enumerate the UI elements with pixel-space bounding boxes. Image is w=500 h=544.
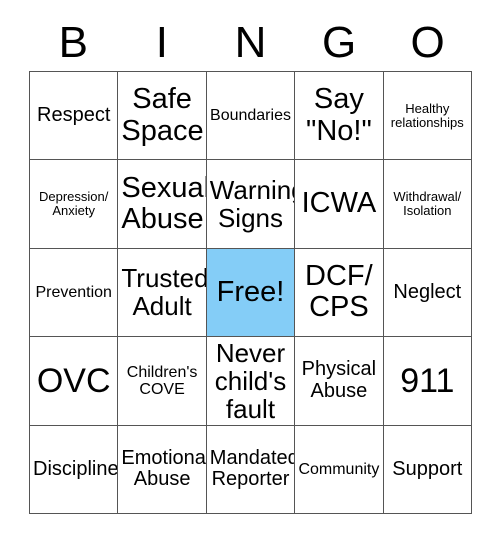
bingo-cell-label: Say "No!" bbox=[306, 83, 372, 147]
bingo-grid: Respect Safe Space Boundaries Say "No!" Heal… bbox=[29, 71, 472, 514]
bingo-cell-label: Never child's fault bbox=[214, 337, 287, 424]
bingo-cell-label: 911 bbox=[400, 361, 455, 400]
bingo-cell-label: Support bbox=[392, 457, 463, 480]
bingo-cell[interactable]: Sexual Abuse bbox=[118, 160, 207, 249]
header-letter-n: N bbox=[234, 18, 267, 67]
bingo-cell[interactable]: Children's COVE bbox=[118, 337, 207, 426]
bingo-cell-label: Children's COVE bbox=[126, 363, 198, 398]
bingo-cell[interactable]: Physical Abuse bbox=[295, 337, 384, 426]
bingo-cell-label: Physical Abuse bbox=[301, 358, 377, 402]
bingo-cell-label: Warning Signs bbox=[209, 175, 294, 234]
bingo-cell[interactable]: DCF/ CPS bbox=[295, 248, 384, 338]
bingo-cell-label: Emotional Abuse bbox=[121, 446, 207, 491]
bingo-cell-label: Community bbox=[298, 460, 380, 478]
bingo-free-space[interactable]: Free! bbox=[206, 248, 296, 338]
bingo-cell-label: Safe Space bbox=[121, 83, 204, 147]
bingo-cell-label: Discipline bbox=[33, 457, 119, 480]
bingo-cell-label: ICWA bbox=[301, 187, 377, 220]
bingo-cell[interactable]: Neglect bbox=[383, 248, 472, 338]
bingo-cell[interactable]: Warning Signs bbox=[206, 160, 296, 249]
bingo-cell[interactable]: Boundaries bbox=[206, 72, 296, 161]
bingo-cell[interactable]: Never child's fault bbox=[206, 337, 296, 426]
bingo-card: B I N G O Respect Safe Space Boundaries Say… bbox=[0, 0, 500, 544]
bingo-cell[interactable]: Emotional Abuse bbox=[118, 425, 207, 514]
bingo-cell-label: Healthy relationships bbox=[390, 100, 464, 130]
bingo-cell-label: Depression/ Anxiety bbox=[39, 189, 109, 219]
bingo-cell-label: OVC bbox=[36, 361, 111, 400]
bingo-cell[interactable]: Trusted Adult bbox=[118, 248, 207, 338]
bingo-cell[interactable]: OVC bbox=[30, 337, 119, 426]
bingo-cell[interactable]: Respect bbox=[30, 72, 119, 161]
bingo-cell-label: Free! bbox=[216, 275, 285, 308]
bingo-cell[interactable]: Withdrawal/ Isolation bbox=[383, 160, 472, 249]
bingo-cell-label: Prevention bbox=[35, 283, 112, 301]
bingo-cell[interactable]: Safe Space bbox=[118, 72, 207, 161]
bingo-cell[interactable]: Discipline bbox=[30, 425, 119, 514]
bingo-cell-label: Sexual Abuse bbox=[121, 171, 207, 236]
header-letter-g: G bbox=[321, 18, 357, 67]
bingo-cell-label: Boundaries bbox=[210, 107, 291, 125]
bingo-cell-label: Neglect bbox=[393, 280, 462, 303]
bingo-cell[interactable]: Support bbox=[383, 425, 472, 514]
bingo-cell[interactable]: Prevention bbox=[30, 248, 119, 338]
header-letter-o: O bbox=[410, 18, 445, 67]
bingo-cell[interactable]: ICWA bbox=[295, 160, 384, 249]
bingo-cell[interactable]: Mandated Reporter bbox=[206, 425, 296, 514]
header-letter-i: I bbox=[155, 18, 168, 67]
bingo-header-row: B I N G O bbox=[29, 16, 472, 70]
bingo-cell[interactable]: Healthy relationships bbox=[383, 72, 472, 161]
header-letter-b: B bbox=[58, 18, 88, 67]
bingo-cell[interactable]: 911 bbox=[383, 337, 472, 426]
bingo-cell[interactable]: Community bbox=[295, 425, 384, 514]
bingo-cell-label: Mandated Reporter bbox=[209, 446, 296, 491]
bingo-cell-label: Respect bbox=[37, 103, 111, 126]
bingo-cell-label: Trusted Adult bbox=[121, 263, 207, 322]
bingo-cell[interactable]: Say "No!" bbox=[295, 72, 384, 161]
bingo-cell-label: Withdrawal/ Isolation bbox=[393, 189, 462, 219]
bingo-cell-label: DCF/ CPS bbox=[305, 260, 373, 324]
bingo-cell[interactable]: Depression/ Anxiety bbox=[30, 160, 119, 249]
